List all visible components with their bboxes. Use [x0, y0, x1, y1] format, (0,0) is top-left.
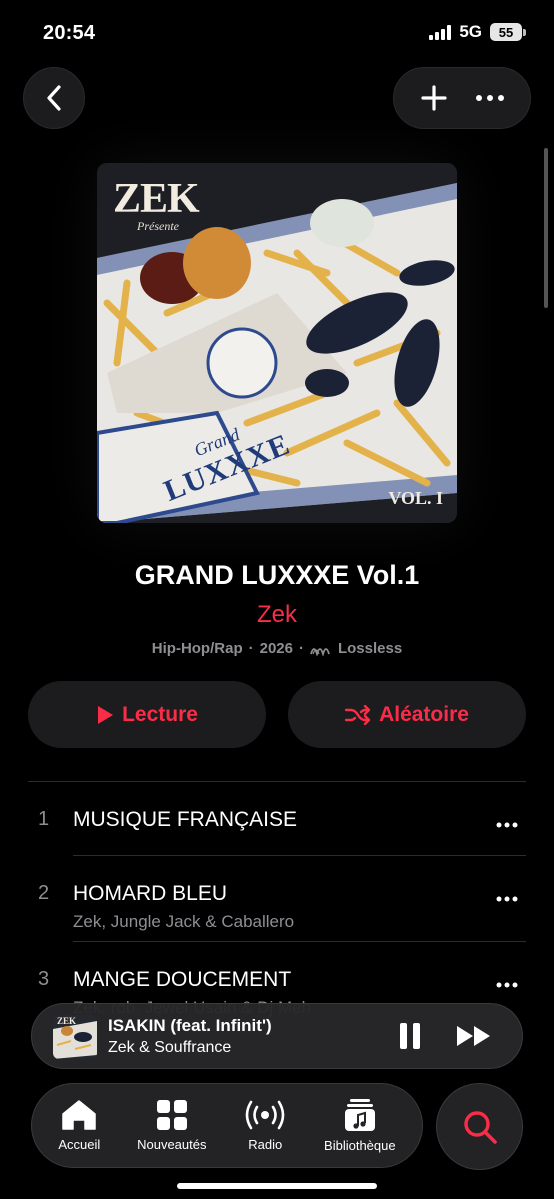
album-quality: Lossless [337, 640, 403, 657]
album-artist-link[interactable]: Zek [0, 601, 554, 629]
library-icon [344, 1099, 375, 1131]
ellipsis-icon [496, 982, 518, 988]
signal-icon [429, 24, 452, 40]
play-icon [96, 705, 114, 725]
shuffle-label: Aléatoire [379, 702, 469, 726]
status-indicators: 5G 55 [429, 22, 526, 42]
cover-logo: ZEK [113, 176, 200, 222]
album-genre: Hip-Hop/Rap [151, 640, 243, 657]
pause-button[interactable] [398, 1022, 422, 1050]
shuffle-button[interactable]: Aléatoire [288, 681, 526, 748]
search-icon [463, 1110, 497, 1144]
track-more-button[interactable] [496, 808, 518, 834]
plus-icon [420, 85, 447, 111]
tab-label: Nouveautés [137, 1137, 207, 1152]
tab-new[interactable]: Nouveautés [137, 1099, 206, 1152]
now-playing-artwork: ZEK [53, 1015, 97, 1059]
chevron-left-icon [44, 84, 64, 112]
tab-label: Accueil [58, 1137, 101, 1152]
forward-icon [457, 1026, 490, 1046]
tab-radio[interactable]: Radio [243, 1099, 287, 1152]
album-year: 2026 [259, 640, 293, 657]
tab-library[interactable]: Bibliothèque [324, 1098, 396, 1153]
ellipsis-icon [496, 896, 518, 902]
battery-icon: 55 [490, 23, 526, 41]
track-row[interactable]: 2 HOMARD BLEU Zek, Jungle Jack & Caballe… [28, 856, 526, 942]
ellipsis-icon [475, 95, 504, 101]
tab-home[interactable]: Accueil [58, 1099, 100, 1152]
track-number: 1 [38, 808, 50, 830]
tab-bar: Accueil Nouveautés Radio Bibliothèque [31, 1083, 423, 1168]
network-type: 5G [459, 22, 482, 41]
track-more-button[interactable] [496, 882, 518, 908]
album-title: GRAND LUXXXE Vol.1 [134, 560, 420, 590]
more-options-button[interactable] [475, 94, 505, 102]
track-title: MUSIQUE FRANÇAISE [73, 808, 298, 831]
track-title: HOMARD BLEU [73, 882, 228, 905]
mini-art-logo: ZEK [57, 1016, 77, 1026]
play-label: Lecture [122, 702, 198, 726]
add-button[interactable] [420, 84, 448, 112]
meta-separator: · [248, 640, 254, 657]
battery-level: 55 [490, 23, 522, 41]
radio-icon [245, 1100, 285, 1130]
track-row[interactable]: 1 MUSIQUE FRANÇAISE [28, 782, 526, 856]
album-cover: ZEK Présente Grand LUXXXE VOL. I [97, 163, 457, 523]
home-indicator[interactable] [177, 1183, 377, 1189]
scroll-indicator[interactable] [544, 148, 548, 308]
tab-label: Radio [248, 1137, 283, 1152]
pause-icon [400, 1023, 420, 1049]
track-number: 3 [38, 968, 50, 990]
track-title: MANGE DOUCEMENT [73, 968, 292, 991]
lossless-icon [310, 642, 332, 656]
album-meta: Hip-Hop/Rap · 2026 · Lossless [0, 640, 554, 657]
ellipsis-icon [496, 822, 518, 828]
now-playing-artist: Zek & Souffrance [108, 1039, 232, 1056]
grid-icon [156, 1100, 187, 1130]
status-time: 20:54 [43, 22, 96, 44]
cover-subtitle: Présente [137, 219, 179, 233]
mini-player[interactable]: ZEK ISAKIN (feat. Infinit') Zek & Souffr… [31, 1003, 523, 1069]
next-button[interactable] [456, 1024, 492, 1048]
album-actions [393, 67, 531, 129]
cover-volume: VOL. I [388, 488, 443, 508]
tab-label: Bibliothèque [324, 1138, 396, 1153]
track-artists: Zek, Jungle Jack & Caballero [73, 912, 295, 931]
back-button[interactable] [23, 67, 85, 129]
track-more-button[interactable] [496, 968, 518, 994]
track-number: 2 [38, 882, 50, 904]
meta-separator: · [298, 640, 304, 657]
now-playing-title: ISAKIN (feat. Infinit') [108, 1016, 272, 1035]
play-button[interactable]: Lecture [28, 681, 266, 748]
shuffle-icon [345, 704, 371, 725]
search-button[interactable] [436, 1083, 523, 1170]
home-icon [62, 1100, 97, 1130]
